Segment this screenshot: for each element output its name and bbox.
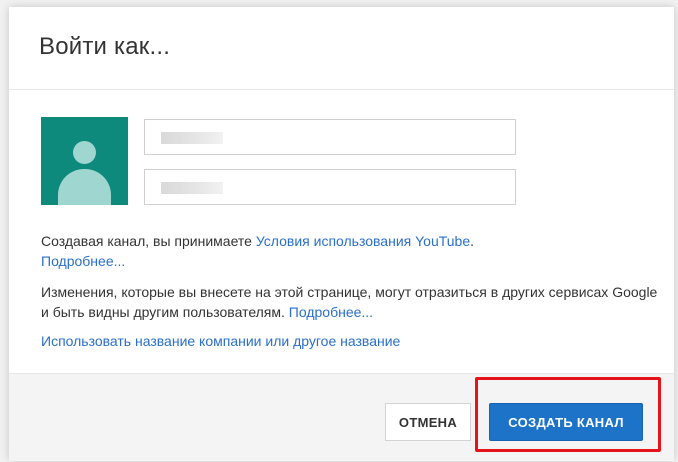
dialog-header: Войти как... xyxy=(9,7,674,90)
create-channel-button[interactable]: СОЗДАТЬ КАНАЛ xyxy=(489,403,643,441)
redacted-last-name xyxy=(161,182,223,194)
terms-text-after: . xyxy=(470,233,475,249)
cancel-button[interactable]: ОТМЕНА xyxy=(385,403,471,441)
dialog-title: Войти как... xyxy=(39,33,171,60)
create-channel-dialog: Войти как... Создавая канал, вы принимае… xyxy=(9,7,674,461)
dialog-footer: ОТМЕНА СОЗДАТЬ КАНАЛ xyxy=(9,373,674,461)
terms-text-before: Создавая канал, вы принимаете xyxy=(41,233,256,249)
notice-learn-more-link[interactable]: Подробнее... xyxy=(289,304,373,320)
default-user-avatar-icon xyxy=(41,117,128,205)
first-name-field[interactable] xyxy=(144,119,516,155)
terms-notice: Создавая канал, вы принимаете Условия ис… xyxy=(41,231,661,271)
last-name-field[interactable] xyxy=(144,169,516,205)
avatar-body-shape xyxy=(58,169,111,205)
use-business-name-link[interactable]: Использовать название компании или друго… xyxy=(41,333,400,349)
redacted-first-name xyxy=(161,132,223,144)
page-background: Войти как... Создавая канал, вы принимае… xyxy=(0,0,678,462)
business-name-row: Использовать название компании или друго… xyxy=(41,331,661,351)
terms-of-service-link[interactable]: Условия использования YouTube xyxy=(256,233,470,249)
avatar-head-shape xyxy=(73,141,96,164)
terms-learn-more-link[interactable]: Подробнее... xyxy=(41,253,125,269)
google-services-notice: Изменения, которые вы внесете на этой ст… xyxy=(41,282,661,322)
